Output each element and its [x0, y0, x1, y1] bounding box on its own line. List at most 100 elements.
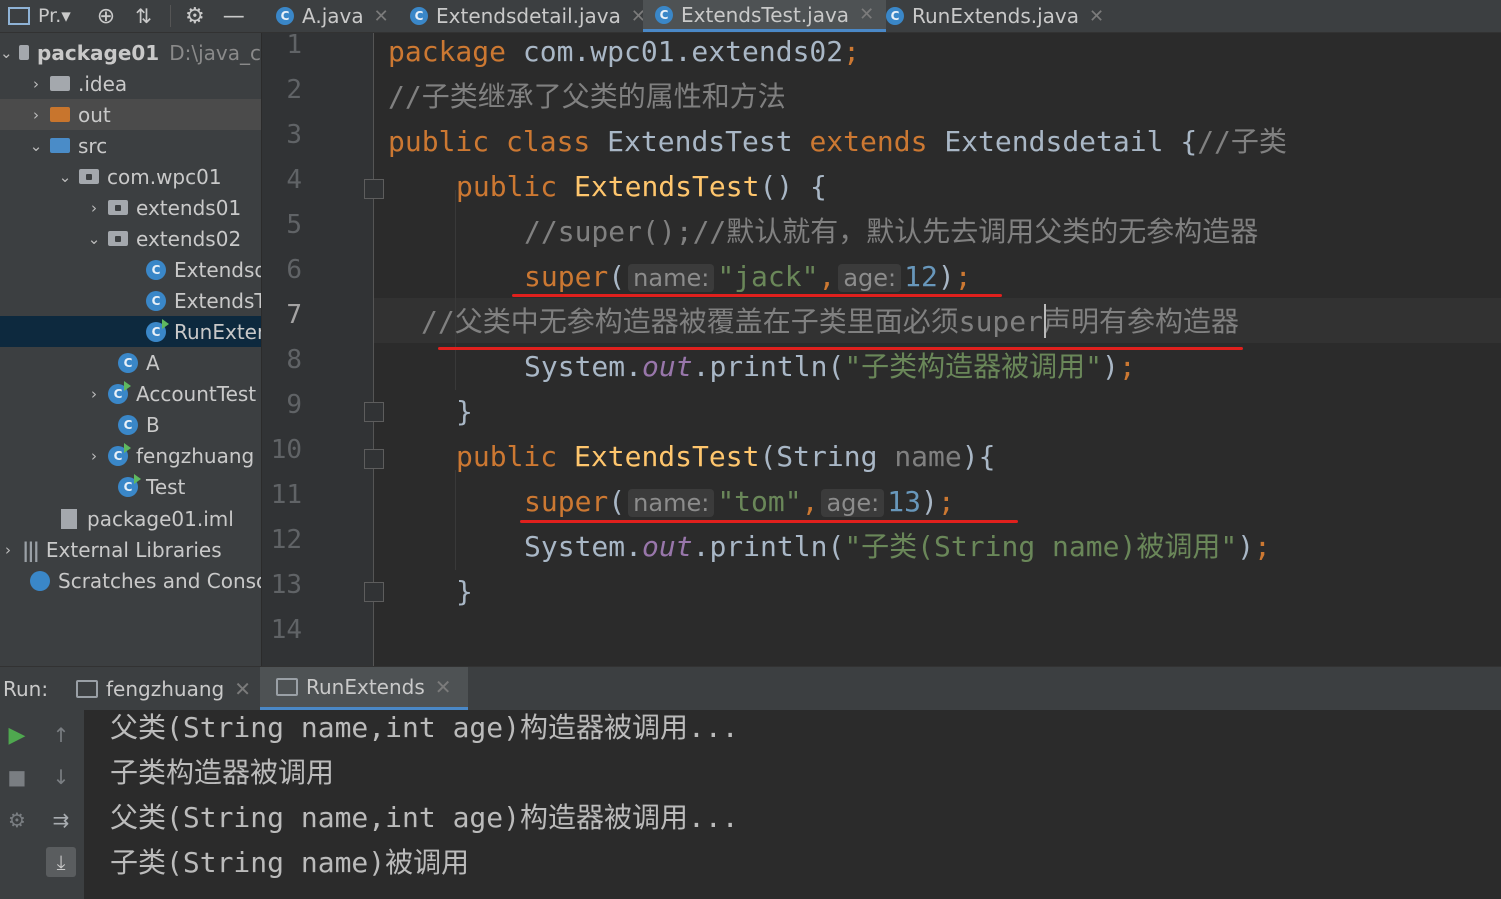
- tree-item-extendstest[interactable]: C ExtendsT: [0, 285, 261, 316]
- console-line: 父类(String name,int age)构造器被调用...: [110, 711, 739, 744]
- parameter-hint: name:: [628, 264, 715, 292]
- code-string: "子类(String name)被调用": [844, 530, 1238, 563]
- console-line: 子类(String name)被调用: [110, 846, 470, 879]
- minimize-icon[interactable]: —: [223, 4, 245, 29]
- chevron-right-icon[interactable]: ›: [86, 385, 102, 403]
- code-line-4[interactable]: public ExtendsTest() {: [388, 164, 827, 209]
- code-line-7[interactable]: //父类中无参构造器被覆盖在子类里面必须super声明有参构造器: [421, 299, 1239, 344]
- code-token: ExtendsTest: [607, 125, 810, 158]
- tree-item-scratches[interactable]: Scratches and Consol: [0, 565, 261, 596]
- code-line-6[interactable]: super(name: "jack", age: 12);: [388, 254, 972, 299]
- tab-label: RunExtends.java: [912, 4, 1080, 28]
- code-line-11[interactable]: super(name: "tom", age: 13);: [388, 479, 955, 524]
- down-arrow-icon[interactable]: ↓: [46, 762, 76, 792]
- chevron-right-icon[interactable]: ›: [86, 199, 102, 217]
- code-string: "子类构造器被调用": [844, 350, 1103, 383]
- run-tab-runextends[interactable]: RunExtends ✕: [260, 667, 468, 710]
- close-icon[interactable]: ✕: [1089, 6, 1104, 27]
- tree-item-label: com.wpc01: [107, 164, 222, 189]
- code-line-12[interactable]: System.out.println("子类(String name)被调用")…: [388, 524, 1271, 569]
- module-folder-icon: [18, 45, 30, 60]
- tab-extendsdetail-java[interactable]: C Extendsdetail.java ✕: [410, 0, 646, 32]
- chevron-down-icon[interactable]: ⌄: [57, 168, 73, 186]
- soft-wrap-icon[interactable]: ⇉: [46, 805, 76, 835]
- tree-item-test[interactable]: C Test: [0, 471, 261, 502]
- tree-item-a[interactable]: C A: [0, 347, 261, 378]
- chevron-right-icon[interactable]: ›: [0, 541, 16, 559]
- line-number: 14: [270, 615, 302, 645]
- code-line-10[interactable]: public ExtendsTest(String name){: [388, 434, 995, 479]
- line-number: 10: [270, 435, 302, 465]
- stop-icon[interactable]: ■: [2, 762, 32, 792]
- code-string: "tom": [717, 485, 802, 518]
- code-line-8[interactable]: System.out.println("子类构造器被调用");: [388, 344, 1136, 389]
- chevron-right-icon[interactable]: ›: [86, 447, 102, 465]
- tree-item-extendsdetail[interactable]: C Extendsd: [0, 254, 261, 285]
- chevron-down-icon[interactable]: ⌄: [28, 137, 44, 155]
- tree-item-com-wpc01[interactable]: ⌄ com.wpc01: [0, 161, 261, 192]
- fold-marker-icon[interactable]: [364, 179, 384, 199]
- tree-item-out[interactable]: › out: [0, 99, 261, 130]
- chevron-down-icon[interactable]: ⌄: [86, 230, 102, 248]
- close-icon[interactable]: ✕: [374, 6, 389, 27]
- tab-extendstest-java[interactable]: C ExtendsTest.java ✕: [643, 0, 887, 32]
- code-token: ): [1102, 350, 1119, 383]
- code-token: ,: [818, 260, 836, 293]
- settings-icon[interactable]: ⚙: [2, 805, 32, 835]
- run-tab-fengzhuang[interactable]: fengzhuang ✕: [76, 667, 251, 710]
- package-icon: [79, 169, 99, 184]
- folder-icon: [50, 76, 70, 91]
- code-token: extends: [809, 125, 945, 158]
- close-icon[interactable]: ✕: [435, 675, 452, 699]
- line-number: 8: [286, 345, 302, 375]
- tree-item-accounttest[interactable]: › C AccountTest: [0, 378, 261, 409]
- tab-a-java[interactable]: C A.java ✕: [276, 0, 389, 32]
- collapse-icon[interactable]: ⇅: [135, 4, 152, 28]
- run-label-text: Run:: [3, 676, 49, 701]
- code-line-1[interactable]: package com.wpc01.extends02;: [388, 29, 860, 74]
- line-number: 9: [286, 390, 302, 420]
- scroll-to-end-icon[interactable]: ⤓: [46, 847, 76, 877]
- locate-icon[interactable]: ⊕: [97, 4, 115, 29]
- chevron-right-icon[interactable]: ›: [28, 75, 44, 93]
- tree-item-b[interactable]: C B: [0, 409, 261, 440]
- tree-item-extends02[interactable]: ⌄ extends02: [0, 223, 261, 254]
- code-token: (: [608, 485, 626, 518]
- code-line-3[interactable]: public class ExtendsTest extends Extends…: [388, 119, 1287, 164]
- class-icon: C: [118, 352, 138, 373]
- code-line-2[interactable]: //子类继承了父类的属性和方法: [388, 74, 786, 119]
- tab-runextends-java[interactable]: C RunExtends.java ✕: [886, 0, 1104, 32]
- tree-item-package01[interactable]: ⌄ package01 D:\java_c: [0, 37, 261, 68]
- class-icon: C: [276, 7, 294, 25]
- tree-item-extends01[interactable]: › extends01: [0, 192, 261, 223]
- fold-marker-icon[interactable]: [364, 402, 384, 422]
- up-arrow-icon[interactable]: ↑: [46, 720, 76, 750]
- run-label: Run:: [3, 667, 48, 710]
- code-line-13[interactable]: }: [388, 569, 473, 614]
- code-line-9[interactable]: }: [388, 389, 473, 434]
- code-number: 13: [887, 485, 921, 518]
- code-comment: //子类继承了父类的属性和方法: [388, 80, 786, 113]
- class-icon: C: [146, 290, 166, 311]
- close-icon[interactable]: ✕: [859, 4, 874, 25]
- project-view-dropdown[interactable]: Pr.▾: [38, 5, 71, 27]
- tree-item-package01-iml[interactable]: package01.iml: [0, 503, 261, 534]
- tree-item-src[interactable]: ⌄ src: [0, 130, 261, 161]
- code-line-5[interactable]: //super();//默认就有，默认先去调用父类的无参构造器: [388, 209, 1258, 254]
- tree-item-idea[interactable]: › .idea: [0, 68, 261, 99]
- package-icon: [108, 200, 128, 215]
- gear-icon[interactable]: ⚙: [185, 4, 205, 29]
- chevron-right-icon[interactable]: ›: [28, 106, 44, 124]
- libraries-icon: |||: [22, 537, 40, 562]
- code-token: }: [456, 395, 473, 428]
- close-icon[interactable]: ✕: [234, 677, 251, 701]
- line-number: 2: [286, 75, 302, 105]
- tree-item-fengzhuang[interactable]: › C fengzhuang: [0, 440, 261, 471]
- tree-item-runextends[interactable]: C RunExten: [0, 316, 261, 347]
- tree-item-external-libraries[interactable]: › ||| External Libraries: [0, 534, 261, 565]
- fold-marker-icon[interactable]: [364, 582, 384, 602]
- parameter-hint: age:: [821, 489, 885, 517]
- chevron-down-icon[interactable]: ⌄: [0, 44, 13, 62]
- fold-marker-icon[interactable]: [364, 449, 384, 469]
- rerun-icon[interactable]: ▶: [2, 720, 32, 750]
